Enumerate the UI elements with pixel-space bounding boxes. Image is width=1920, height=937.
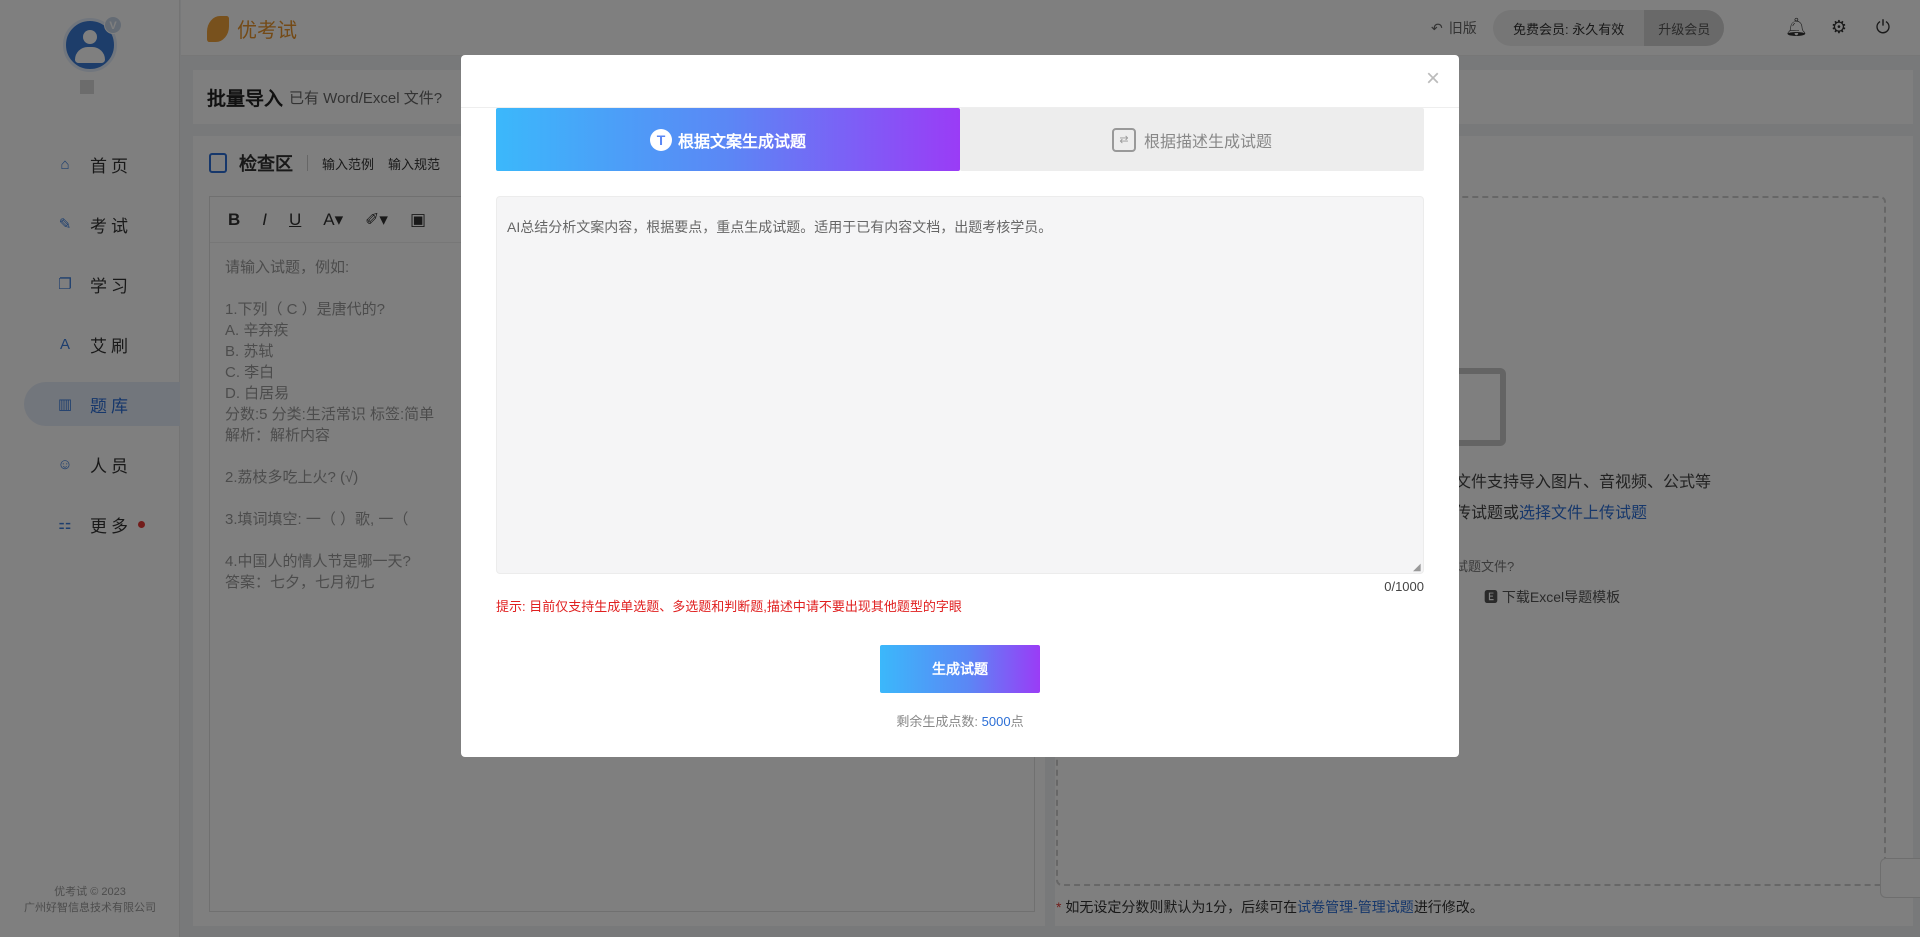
generate-button[interactable]: 生成试题	[880, 645, 1040, 693]
content-textarea[interactable]	[496, 196, 1424, 574]
tab-generate-from-text[interactable]: T 根据文案生成试题	[496, 108, 960, 171]
close-icon[interactable]: ×	[1420, 66, 1446, 92]
tip-text: 提示: 目前仅支持生成单选题、多选题和判断题,描述中请不要出现其他题型的字眼	[496, 599, 962, 614]
tab-label: 根据描述生成试题	[1143, 133, 1272, 151]
remaining-prefix: 剩余生成点数:	[896, 714, 982, 729]
tab-label: 根据文案生成试题	[677, 133, 806, 151]
remaining-suffix: 点	[1010, 714, 1024, 729]
flow-icon: ⇄	[1111, 127, 1136, 152]
remaining-value: 5000	[981, 714, 1011, 729]
remaining-points: 剩余生成点数: 5000点	[461, 711, 1459, 730]
text-t-icon: T	[649, 128, 672, 151]
resize-handle-icon[interactable]: ◢	[1413, 563, 1423, 573]
ai-generate-modal: × T 根据文案生成试题 ⇄ 根据描述生成试题 ◢ 0/1000 提示: 目前仅…	[461, 55, 1459, 757]
tab-generate-from-description[interactable]: ⇄ 根据描述生成试题	[960, 108, 1424, 171]
char-counter: 0/1000	[1384, 579, 1424, 594]
